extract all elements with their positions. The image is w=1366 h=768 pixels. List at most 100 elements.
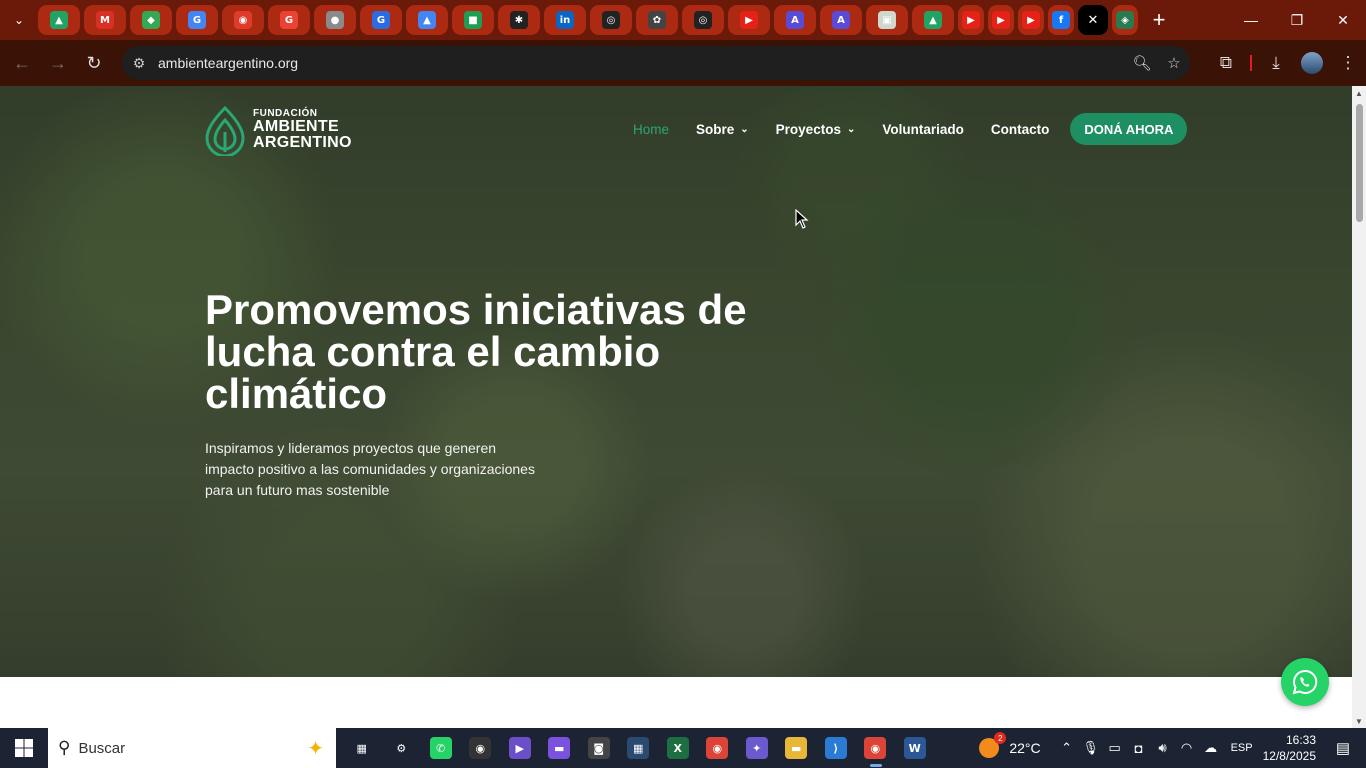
taskbar-app[interactable]: ✦ <box>737 728 777 768</box>
taskbar-app[interactable]: ⟩ <box>816 728 856 768</box>
tab-active[interactable]: ✕ <box>1078 5 1108 35</box>
toolbar-actions: ⧉ ⤓ ⋮ <box>1208 40 1366 86</box>
browser-tab[interactable]: ▲ <box>38 5 80 35</box>
clock[interactable]: 16:33 12/8/2025 <box>1263 732 1316 764</box>
minimize-button[interactable]: — <box>1228 0 1274 40</box>
browser-tab[interactable]: ▶ <box>1018 5 1044 35</box>
new-tab-button[interactable]: + <box>1144 5 1174 35</box>
app-store-icon: A <box>786 11 804 29</box>
nav-sobre[interactable]: Sobre ⌄ <box>696 122 749 137</box>
webcam-icon[interactable]: ◘ <box>1127 741 1151 756</box>
browser-tab[interactable]: f <box>1048 5 1074 35</box>
downloads-icon[interactable]: ⤓ <box>1258 45 1294 81</box>
nav-proyectos[interactable]: Proyectos ⌄ <box>776 122 856 137</box>
address-bar[interactable]: ⚙ ambienteargentino.org 🔍︎ ☆ <box>122 46 1190 80</box>
language-indicator[interactable]: ESP <box>1231 742 1253 754</box>
hero-title: Promovemos iniciativas de lucha contra e… <box>205 286 747 417</box>
browser-tab[interactable]: ▣ <box>866 5 908 35</box>
browser-tab[interactable]: in <box>544 5 586 35</box>
taskbar-app[interactable]: ◉ <box>461 728 501 768</box>
taskbar-app[interactable]: ✆ <box>421 728 461 768</box>
scroll-up-icon[interactable]: ▲ <box>1355 89 1363 98</box>
browser-tab[interactable]: ✿ <box>636 5 678 35</box>
browser-tab[interactable]: ◆ <box>130 5 172 35</box>
browser-tab[interactable]: ◎ <box>682 5 724 35</box>
taskbar-app[interactable]: ▦ <box>619 728 659 768</box>
url-text[interactable]: ambienteargentino.org <box>158 55 1126 71</box>
browser-tab[interactable]: G <box>360 5 402 35</box>
close-window-button[interactable]: ✕ <box>1320 0 1366 40</box>
start-button[interactable] <box>0 728 48 768</box>
battery-icon[interactable]: ▭ <box>1103 740 1127 756</box>
browser-tab[interactable]: A <box>820 5 862 35</box>
taskbar-app[interactable]: ⚙ <box>382 728 422 768</box>
browser-tab[interactable]: ✱ <box>498 5 540 35</box>
nav-home[interactable]: Home <box>633 122 669 137</box>
google-drive-icon: ▲ <box>924 11 942 29</box>
copilot-icon: ✦ <box>745 737 768 759</box>
microphone-icon[interactable]: 🎙︎ <box>1079 740 1103 756</box>
taskbar-app[interactable]: ▶ <box>500 728 540 768</box>
extensions-icon[interactable]: ⧉ <box>1208 45 1244 81</box>
browser-tab[interactable]: ▲ <box>406 5 448 35</box>
taskbar-search-box[interactable]: ⚲ Buscar ✦ <box>48 728 336 768</box>
logo-line-argentino: ARGENTINO <box>253 134 352 152</box>
system-tray: 2 22°C ⌃ 🎙︎ ▭ ◘ 🔊︎ ◠ ☁ ESP 16:33 12/8/20… <box>979 728 1366 768</box>
browser-tab[interactable]: ▶ <box>958 5 984 35</box>
browser-tab[interactable]: ▲ <box>912 5 954 35</box>
tab-search-chevron-icon[interactable]: ⌄ <box>0 0 38 40</box>
forward-button[interactable]: → <box>40 45 76 81</box>
close-icon[interactable]: ✕ <box>1084 11 1102 29</box>
browser-tab[interactable]: G <box>268 5 310 35</box>
volume-icon[interactable]: 🔊︎ <box>1151 740 1175 756</box>
nav-voluntariado-label: Voluntariado <box>882 121 964 137</box>
browser-tab[interactable]: ● <box>314 5 356 35</box>
notifications-icon[interactable]: ▤ <box>1328 739 1358 757</box>
site-info-icon[interactable]: ⚙ <box>124 55 154 72</box>
taskbar-app[interactable]: X <box>658 728 698 768</box>
browser-tab[interactable]: ◉ <box>222 5 264 35</box>
taskbar-app[interactable]: ▬ <box>777 728 817 768</box>
donate-button[interactable]: DONÁ AHORA <box>1070 113 1188 145</box>
weather-widget[interactable]: 2 22°C <box>979 732 1041 758</box>
browser-menu-icon[interactable]: ⋮ <box>1330 45 1366 81</box>
browser-tab[interactable]: ▶ <box>988 5 1014 35</box>
grammar-icon: G <box>372 11 390 29</box>
taskbar-app[interactable]: W <box>895 728 935 768</box>
page-scrollbar[interactable]: ▲ ▼ <box>1352 86 1366 728</box>
browser-tab[interactable]: ◎ <box>590 5 632 35</box>
bookmark-star-icon[interactable]: ☆ <box>1158 54 1190 72</box>
taskbar-app[interactable]: ▦ <box>342 728 382 768</box>
onedrive-cloud-icon[interactable]: ☁ <box>1199 740 1223 756</box>
back-button[interactable]: ← <box>4 45 40 81</box>
browser-tab[interactable]: M <box>84 5 126 35</box>
leaf-drop-icon <box>205 105 245 156</box>
github-icon: ◎ <box>694 11 712 29</box>
taskbar-app[interactable]: ◙ <box>579 728 619 768</box>
browser-tab[interactable]: A <box>774 5 816 35</box>
wifi-icon[interactable]: ◠ <box>1175 740 1199 756</box>
taskbar-app[interactable]: ▬ <box>540 728 580 768</box>
youtube-icon: ▶ <box>1022 11 1040 29</box>
whatsapp-chat-button[interactable] <box>1281 658 1329 706</box>
browser-tab[interactable]: ▶ <box>728 5 770 35</box>
site-logo[interactable]: FUNDACIÓN AMBIENTE ARGENTINO <box>203 104 352 156</box>
github-icon: ◎ <box>602 11 620 29</box>
scroll-down-icon[interactable]: ▼ <box>1355 717 1363 726</box>
zoom-icon[interactable]: 🔍︎ <box>1126 54 1158 72</box>
reload-button[interactable]: ↻ <box>76 45 112 81</box>
nav-voluntariado[interactable]: Voluntariado <box>882 122 964 137</box>
scrollbar-thumb[interactable] <box>1356 104 1363 222</box>
taskbar-apps: ▦ ⚙ ✆ ◉ ▶ ▬ ◙ ▦ X ◉ ✦ ▬ ⟩ ◉ W <box>342 728 935 768</box>
settings-icon: ⚙ <box>390 737 413 759</box>
taskbar-app[interactable]: ◉ <box>698 728 738 768</box>
google-icon: G <box>280 11 298 29</box>
browser-tab[interactable]: G <box>176 5 218 35</box>
browser-tab[interactable]: ■ <box>452 5 494 35</box>
profile-avatar[interactable] <box>1301 52 1323 74</box>
taskbar-app[interactable]: ◉ <box>856 728 896 768</box>
nav-contacto[interactable]: Contacto <box>991 122 1050 137</box>
browser-tab[interactable]: ◈ <box>1112 5 1138 35</box>
chevron-up-icon[interactable]: ⌃ <box>1055 740 1079 756</box>
restore-button[interactable]: ❐ <box>1274 0 1320 40</box>
